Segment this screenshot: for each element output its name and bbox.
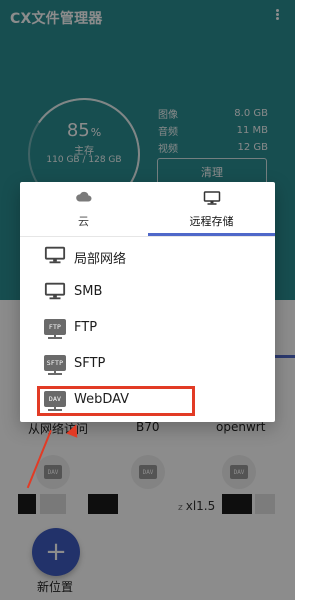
ftp-icon: FTP — [44, 317, 66, 339]
dialog-tabs: 云 远程存储 — [20, 182, 275, 237]
sftp-icon: SFTP — [44, 353, 66, 375]
item-label: 局部网络 — [74, 252, 127, 267]
monitor-icon — [203, 191, 220, 205]
tab-cloud[interactable]: 云 — [20, 182, 147, 236]
tab-underline — [148, 233, 275, 236]
webdav-highlight-box — [37, 386, 195, 416]
cloud-icon — [75, 191, 91, 202]
tab-label: 远程存储 — [189, 215, 234, 228]
tab-remote-storage[interactable]: 远程存储 — [148, 182, 275, 236]
item-label: SFTP — [74, 356, 106, 371]
list-item-smb[interactable]: SMB — [20, 274, 275, 310]
list-item-lan[interactable]: 局部网络 — [20, 238, 275, 274]
item-label: FTP — [74, 320, 98, 335]
monitor-icon — [44, 282, 66, 300]
list-item-ftp[interactable]: FTP FTP — [20, 310, 275, 346]
tab-label: 云 — [78, 215, 89, 228]
monitor-icon — [44, 246, 66, 264]
item-label: SMB — [74, 284, 103, 299]
list-item-sftp[interactable]: SFTP SFTP — [20, 346, 275, 382]
